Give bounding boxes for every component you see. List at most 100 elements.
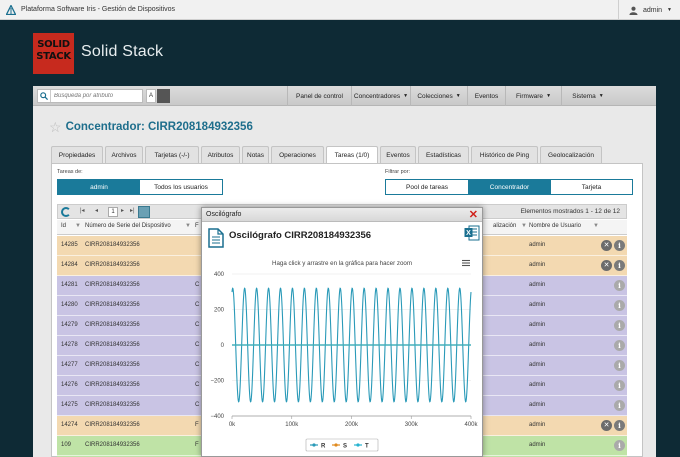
favorite-star-icon[interactable]: ☆ [49, 120, 62, 134]
col-user[interactable]: Nombre de Usuario [529, 223, 581, 229]
legend-marker [356, 443, 360, 447]
refresh-icon[interactable] [61, 207, 71, 217]
info-icon[interactable]: i [614, 440, 625, 451]
col-f[interactable]: F [195, 223, 199, 229]
page-number-input[interactable]: 1 [108, 207, 118, 217]
app-title: Plataforma Software Iris - Gestión de Di… [21, 6, 176, 13]
tab-7[interactable]: Eventos [380, 146, 416, 163]
filter-icon[interactable]: ▼ [185, 223, 191, 229]
nav-item-3[interactable]: Eventos [467, 86, 505, 106]
cancel-task-icon[interactable]: ✕ [601, 240, 612, 251]
tab-1[interactable]: Archivos [105, 146, 143, 163]
cell-t: C [195, 362, 200, 368]
tab-3[interactable]: Atributos [201, 146, 240, 163]
user-menu[interactable]: admin ▼ [617, 0, 680, 20]
info-icon[interactable]: i [614, 280, 625, 291]
cell-serial: CIRR208184932356 [85, 442, 140, 448]
menu-icon[interactable] [462, 259, 470, 267]
cell-id: 14278 [61, 342, 78, 348]
info-icon[interactable]: i [614, 240, 625, 251]
cell-user: admin [529, 362, 546, 368]
seg1-option-0[interactable]: admin [58, 180, 140, 194]
prev-page-icon[interactable]: ◂ [95, 207, 98, 214]
cell-id: 14275 [61, 402, 78, 408]
cell-id: 14274 [61, 422, 78, 428]
tab-8[interactable]: Estadísticas [418, 146, 469, 163]
tab-9[interactable]: Histórico de Ping [471, 146, 538, 163]
x-tick-label: 200k [345, 422, 359, 428]
tab-5[interactable]: Operaciones [271, 146, 324, 163]
excel-icon[interactable]: X [464, 225, 480, 241]
seg2-option-1[interactable]: Concentrador [468, 180, 551, 194]
cell-t: C [195, 302, 200, 308]
y-tick-label: −200 [210, 379, 224, 385]
chevron-down-icon: ▼ [598, 93, 604, 99]
cell-id: 14284 [61, 262, 78, 268]
cell-serial: CIRR208184932356 [85, 382, 140, 388]
info-icon[interactable]: i [614, 320, 625, 331]
search-input[interactable] [51, 93, 141, 99]
cell-id: 109 [61, 442, 72, 448]
tab-0[interactable]: Propiedades [51, 146, 103, 163]
tab-6[interactable]: Tareas (1/0) [326, 146, 378, 164]
cell-id: 14277 [61, 362, 78, 368]
nav-item-0[interactable]: Panel de control [287, 86, 351, 106]
brand-logo: SOLID STACK [33, 33, 74, 74]
nav-item-4[interactable]: Firmware ▼ [505, 86, 561, 106]
info-icon[interactable]: i [614, 260, 625, 271]
filter-icon[interactable]: ▼ [521, 223, 527, 229]
nav-item-1[interactable]: Concentradores ▼ [351, 86, 410, 106]
oscillograph-chart[interactable]: Haga click y arrastre en la gráfica para… [202, 248, 482, 456]
info-icon[interactable]: i [614, 360, 625, 371]
next-page-icon[interactable]: ▸ [121, 207, 124, 214]
filter-icon[interactable]: ▼ [593, 223, 599, 229]
seg2-option-0[interactable]: Pool de tareas [386, 180, 468, 194]
y-tick-label: 400 [214, 272, 225, 278]
info-icon[interactable]: i [614, 380, 625, 391]
cell-t: C [195, 282, 200, 288]
document-icon [208, 228, 224, 248]
user-icon [629, 6, 638, 15]
col-id[interactable]: Id [61, 223, 66, 229]
chevron-down-icon: ▼ [455, 93, 461, 99]
columns-icon[interactable] [138, 206, 150, 218]
oscillograph-dialog: Oscilógrafo ✕ Oscilógrafo CIRR2081849323… [201, 207, 483, 457]
cell-serial: CIRR208184932356 [85, 302, 140, 308]
search-mode-button[interactable]: A [146, 89, 156, 103]
filter-icon[interactable]: ▼ [75, 223, 81, 229]
dialog-titlebar[interactable]: Oscilógrafo ✕ [202, 208, 482, 222]
x-tick-label: 400k [464, 422, 478, 428]
brand-name: Solid Stack [81, 43, 164, 60]
seg1-option-1[interactable]: Todos los usuarios [140, 180, 222, 194]
legend-label: T [365, 443, 369, 449]
chevron-down-icon: ▼ [546, 93, 552, 99]
seg2-option-2[interactable]: Tarjeta [551, 180, 632, 194]
search-submit-button[interactable] [157, 89, 170, 103]
info-icon[interactable]: i [614, 400, 625, 411]
cancel-task-icon[interactable]: ✕ [601, 420, 612, 431]
close-icon[interactable]: ✕ [469, 209, 478, 221]
tab-4[interactable]: Notas [242, 146, 269, 163]
tab-10[interactable]: Geolocalización [540, 146, 602, 163]
svg-text:X: X [466, 230, 471, 237]
cell-serial: CIRR208184932356 [85, 402, 140, 408]
tab-bar: Propiedades Archivos Tarjetas (-/-) Atribut… [51, 146, 602, 164]
page-title: ☆ Concentrador: CIRR208184932356 [49, 119, 253, 135]
nav-item-5[interactable]: Sistema ▼ [561, 86, 614, 106]
tab-2[interactable]: Tarjetas (-/-) [145, 146, 199, 163]
filter-by-toggle: Pool de tareas Concentrador Tarjeta [385, 179, 633, 195]
info-icon[interactable]: i [614, 420, 625, 431]
col-localizacion[interactable]: alización [493, 223, 516, 229]
cell-user: admin [529, 302, 546, 308]
first-page-icon[interactable]: |◂ [80, 207, 85, 214]
legend-label: S [343, 443, 347, 449]
col-serial[interactable]: Número de Serie del Dispositivo [85, 223, 171, 229]
info-icon[interactable]: i [614, 340, 625, 351]
legend-marker [312, 443, 316, 447]
cell-user: admin [529, 242, 546, 248]
last-page-icon[interactable]: ▸| [130, 207, 135, 214]
cancel-task-icon[interactable]: ✕ [601, 260, 612, 271]
nav-item-2[interactable]: Colecciones ▼ [410, 86, 467, 106]
info-icon[interactable]: i [614, 300, 625, 311]
tasks-of-label: Tareas de: [57, 169, 83, 175]
